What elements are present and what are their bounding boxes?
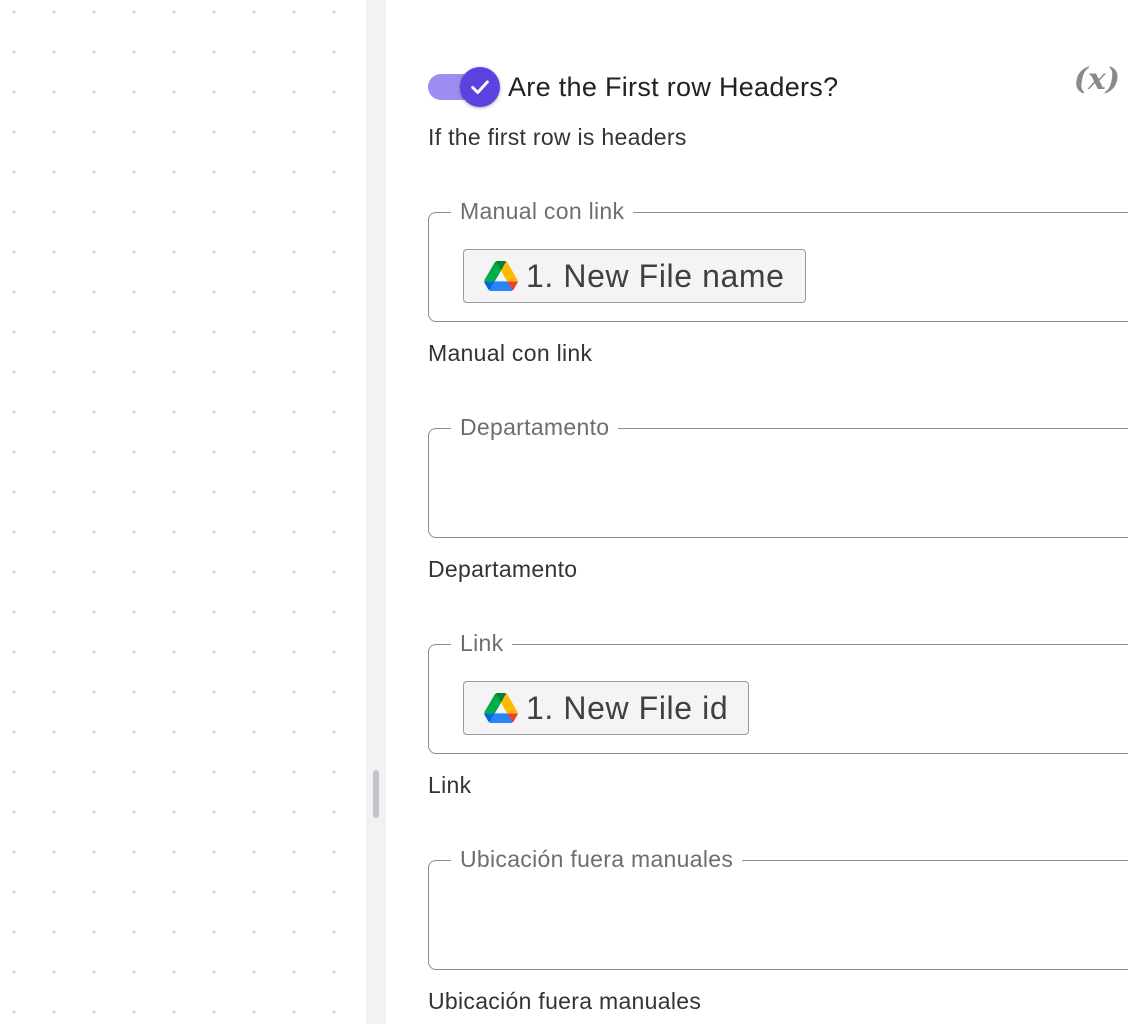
link-field[interactable]: Link 1. New File id [428,627,1128,754]
workflow-canvas[interactable] [0,0,366,1024]
field-helper-text: Manual con link [428,340,593,366]
field-legend: Manual con link [451,195,634,227]
variable-chip[interactable]: 1. New File id [463,681,750,735]
first-row-headers-row: Are the First row Headers? [428,66,838,108]
first-row-headers-helper: If the first row is headers [428,124,687,150]
panel-splitter[interactable] [366,0,386,1024]
properties-panel: Are the First row Headers? (x) If the fi… [386,0,1128,1024]
google-drive-icon [484,261,518,291]
field-legend: Departamento [451,411,619,443]
first-row-headers-label: Are the First row Headers? [508,71,839,102]
manual-con-link-field[interactable]: Manual con link 1. New File name [428,195,1128,322]
toggle-knob [460,67,500,107]
field-helper-text: Departamento [428,556,578,582]
check-icon [471,80,489,94]
chip-label: 1. New File id [526,689,729,726]
ubicacion-fuera-manuales-field[interactable]: Ubicación fuera manuales [428,843,1128,970]
field-helper-text: Link [428,772,472,798]
first-row-headers-toggle[interactable] [428,67,500,107]
field-legend: Link [451,627,513,659]
chip-label: 1. New File name [526,257,785,294]
google-drive-icon [484,693,518,723]
field-helper-text: Ubicación fuera manuales [428,988,702,1014]
splitter-drag-handle[interactable] [373,770,379,818]
variable-icon[interactable]: (x) [1074,62,1120,97]
variable-chip[interactable]: 1. New File name [463,249,806,303]
departamento-field[interactable]: Departamento [428,411,1128,538]
field-legend: Ubicación fuera manuales [451,843,743,875]
